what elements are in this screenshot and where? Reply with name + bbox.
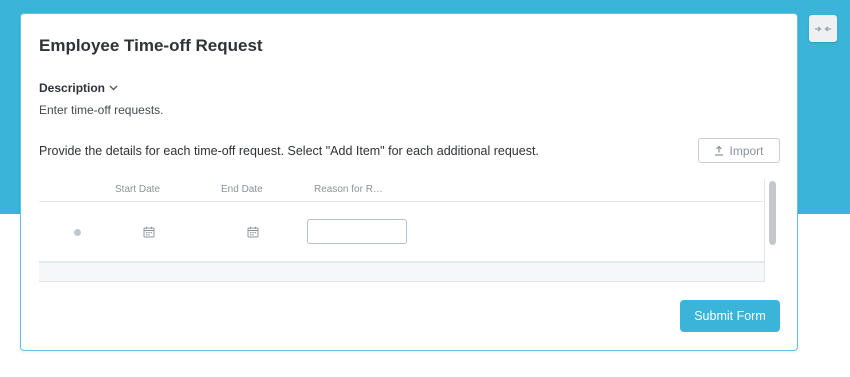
import-button[interactable]: Import bbox=[698, 138, 780, 163]
import-button-label: Import bbox=[729, 143, 764, 158]
form-card: Employee Time-off Request Description En… bbox=[20, 13, 798, 351]
collapse-panel-button[interactable] bbox=[809, 15, 837, 42]
chevron-down-icon bbox=[109, 85, 118, 91]
table-grid: Start Date End Date Reason for R… bbox=[39, 179, 765, 282]
table-header: Start Date End Date Reason for R… bbox=[39, 179, 764, 202]
reason-input[interactable] bbox=[307, 219, 407, 244]
requests-table: Start Date End Date Reason for R… bbox=[39, 179, 779, 282]
calendar-icon bbox=[247, 226, 259, 238]
column-header-reason: Reason for R… bbox=[314, 184, 383, 195]
row-drag-handle[interactable] bbox=[74, 229, 81, 236]
table-row bbox=[39, 202, 764, 262]
vertical-scrollbar[interactable] bbox=[766, 179, 779, 282]
app-page: Employee Time-off Request Description En… bbox=[0, 0, 850, 377]
start-date-picker[interactable] bbox=[143, 225, 157, 239]
collapse-arrows-icon bbox=[815, 25, 831, 32]
description-toggle-label: Description bbox=[39, 81, 106, 95]
description-toggle[interactable]: Description bbox=[39, 81, 118, 95]
instructions-text: Provide the details for each time-off re… bbox=[39, 144, 539, 158]
vertical-scrollbar-thumb[interactable] bbox=[769, 181, 776, 245]
description-text: Enter time-off requests. bbox=[39, 103, 164, 117]
horizontal-scrollbar[interactable] bbox=[39, 262, 764, 281]
end-date-picker[interactable] bbox=[247, 225, 261, 239]
submit-form-button[interactable]: Submit Form bbox=[680, 300, 780, 332]
upload-icon bbox=[715, 145, 724, 156]
form-title: Employee Time-off Request bbox=[39, 36, 263, 55]
column-header-start-date: Start Date bbox=[115, 184, 161, 195]
column-header-end-date: End Date bbox=[221, 184, 263, 195]
calendar-icon bbox=[143, 226, 155, 238]
